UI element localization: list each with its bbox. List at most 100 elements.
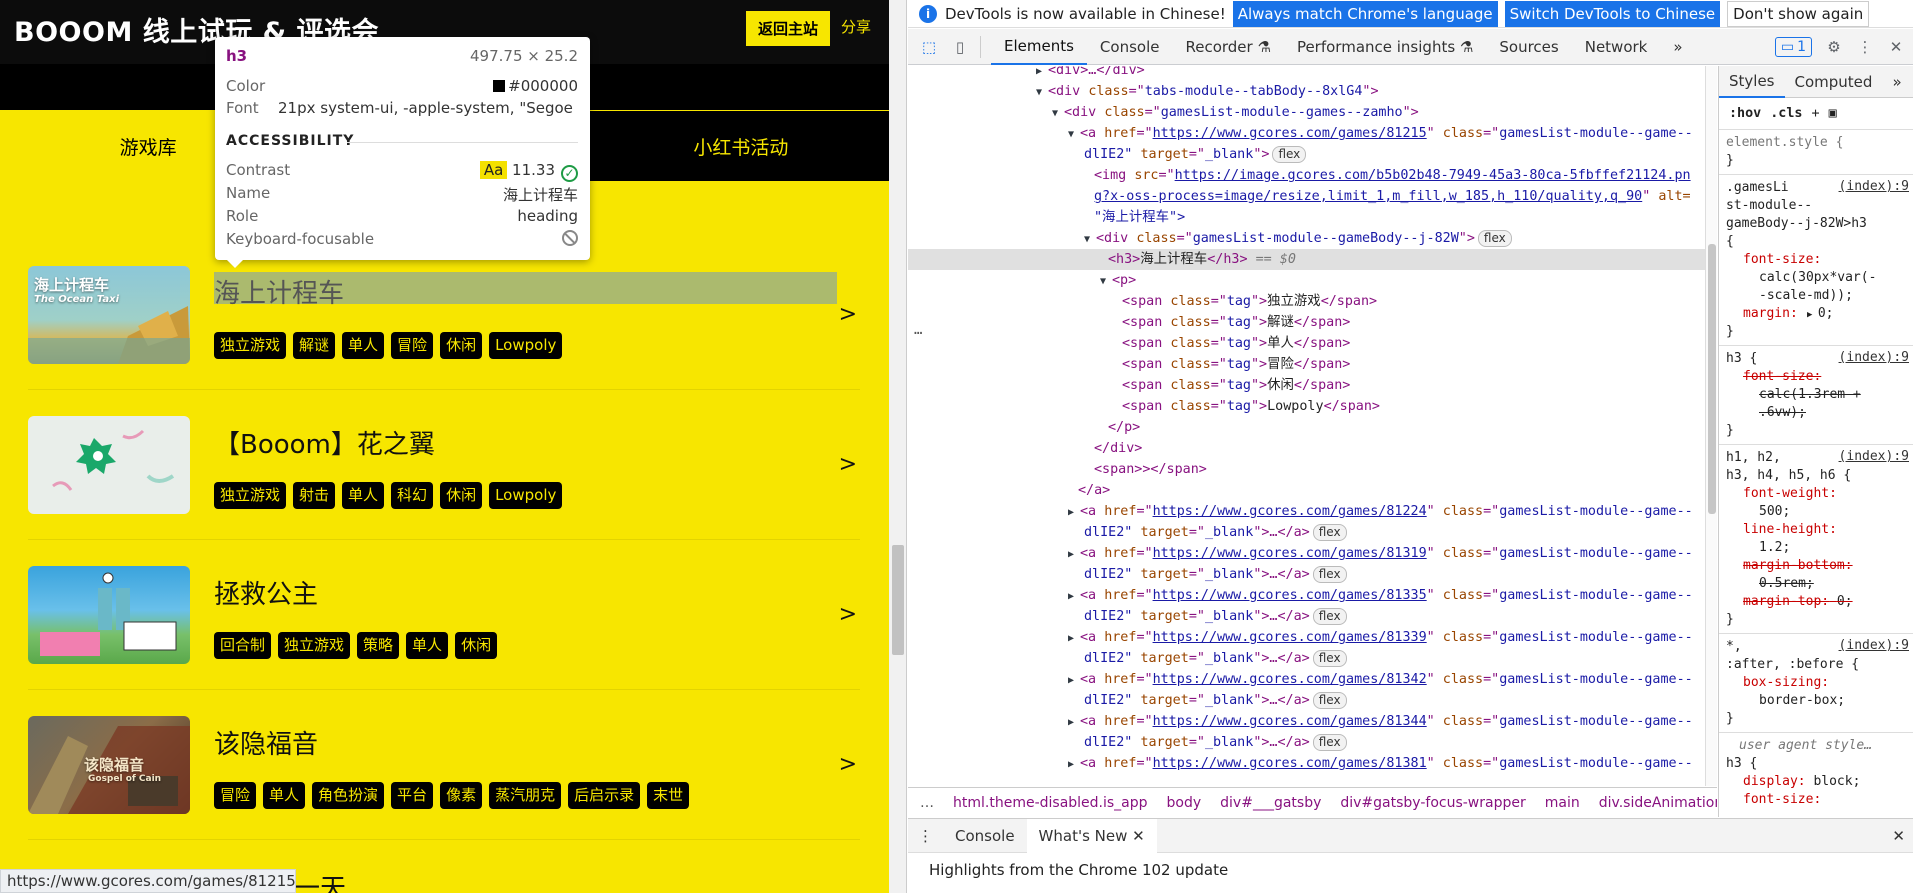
rule-selector[interactable]: h1, h2, [1726,449,1781,467]
dom-node-close[interactable]: </p> [908,417,1705,438]
dom-link[interactable]: https://www.gcores.com/games/81224 [1153,504,1427,519]
game-title-partial[interactable]: 一天 [294,868,346,893]
css-property[interactable]: line-height: [1743,521,1837,539]
rule-selector[interactable]: gameBody--j-82W>h3 [1726,215,1867,233]
rule-selector[interactable]: *, [1726,638,1742,656]
ellipsis-icon[interactable]: … [920,795,934,811]
game-tag[interactable]: 单人 [406,632,449,659]
game-cover[interactable]: 海上计程车 The Ocean Taxi [28,266,190,364]
tab-styles[interactable]: Styles [1719,66,1785,98]
more-tabs-icon[interactable]: » [1882,66,1911,98]
device-toggle-icon[interactable]: ▯ [950,37,970,57]
game-cover[interactable] [28,416,190,514]
game-cover[interactable]: 该隐福音 Gospel of Cain [28,716,190,814]
close-icon[interactable]: ✕ [1132,827,1145,845]
dom-link[interactable]: https://www.gcores.com/games/81342 [1153,672,1427,687]
collapse-arrow-icon[interactable]: ▼ [1084,229,1096,249]
drawer-tab-console[interactable]: Console [943,819,1027,853]
dom-node[interactable]: <span class="tag">解谜</span> [908,312,1705,333]
game-cover[interactable] [28,566,190,664]
messages-badge[interactable]: ▭ 1 [1774,36,1812,57]
dom-link[interactable]: https://www.gcores.com/games/81344 [1153,714,1427,729]
flex-badge[interactable]: flex [1312,566,1347,583]
dom-node[interactable]: ▼ <p> [908,270,1705,291]
dom-node[interactable]: ▶ <a href="https://www.gcores.com/games/8… [908,753,1705,774]
more-tabs-icon[interactable]: » [1660,29,1695,65]
css-property[interactable]: margin: [1743,305,1798,323]
match-language-button[interactable]: Always match Chrome's language [1232,0,1498,27]
game-item[interactable]: 拯救公主 回合制 独立游戏 策略 单人 休闲 > [28,540,860,690]
tab-xiaohongshu[interactable]: 小红书活动 [593,111,889,181]
css-value-overridden[interactable]: .6vw); [1759,404,1806,422]
game-tag[interactable]: 独立游戏 [278,632,351,659]
flex-badge[interactable]: flex [1312,608,1347,625]
dom-node[interactable]: ▶ <a href="https://www.gcores.com/games/8… [908,627,1705,648]
game-tag[interactable]: 独立游戏 [214,482,287,509]
dom-node[interactable]: <span class="tag">单人</span> [908,333,1705,354]
game-tag[interactable]: 单人 [263,782,306,809]
breadcrumb-item[interactable]: div#gatsby-focus-wrapper [1340,795,1525,811]
dom-link[interactable]: https://www.gcores.com/games/81215 [1153,126,1427,141]
game-tag[interactable]: 独立游戏 [214,332,287,359]
flex-badge[interactable]: flex [1312,524,1347,541]
game-tag[interactable]: 角色扮演 [312,782,385,809]
dom-node[interactable]: ▶ <a href="https://www.gcores.com/games/8… [908,543,1705,564]
elements-scrollbar[interactable] [1705,66,1717,786]
close-icon[interactable]: ✕ [1887,38,1905,56]
share-button[interactable]: 分享 [841,16,871,37]
tab-console[interactable]: Console [1087,29,1173,65]
flex-badge[interactable]: flex [1272,146,1307,163]
expand-arrow-icon[interactable]: ▶ [1068,754,1080,774]
expand-arrow-icon[interactable]: ▶ [1068,670,1080,690]
game-tag[interactable]: 末世 [647,782,690,809]
game-tag[interactable]: Lowpoly [489,482,563,509]
ellipsis-icon[interactable]: … [914,322,922,338]
game-tag[interactable]: 休闲 [440,332,483,359]
pane-scrollbar[interactable] [889,0,907,893]
game-tag[interactable]: 单人 [342,482,385,509]
switch-chinese-button[interactable]: Switch DevTools to Chinese [1504,0,1721,27]
chevron-right-icon[interactable]: > [839,302,857,327]
breadcrumb-item[interactable]: main [1545,795,1580,811]
scrollbar-thumb[interactable] [1708,244,1716,514]
paint-icon[interactable]: ▣ [1829,106,1837,121]
dom-node[interactable]: ▶ <a href="https://www.gcores.com/games/8… [908,585,1705,606]
expand-arrow-icon[interactable]: ▶ [1068,586,1080,606]
game-title[interactable]: 拯救公主 [214,574,318,611]
game-tag[interactable]: 平台 [391,782,434,809]
tab-elements[interactable]: Elements [991,29,1087,65]
expand-arrow-icon[interactable]: ▶ [1068,544,1080,564]
game-title[interactable]: 该隐福音 [214,724,318,761]
tab-computed[interactable]: Computed [1785,66,1883,98]
dom-node[interactable]: <span class="tag">独立游戏</span> [908,291,1705,312]
game-tag[interactable]: 像素 [440,782,483,809]
dom-link[interactable]: https://www.gcores.com/games/81319 [1153,546,1427,561]
game-tag[interactable]: 冒险 [214,782,257,809]
collapse-arrow-icon[interactable]: ▼ [1052,103,1064,123]
rule-selector[interactable]: :after, :before { [1726,656,1859,674]
flex-badge[interactable]: flex [1312,650,1347,667]
rule-selector[interactable]: h3, h4, h5, h6 { [1726,467,1851,485]
game-title[interactable]: 【Booom】花之翼 [214,424,435,461]
css-value[interactable]: 500; [1759,503,1790,521]
dom-node-close[interactable]: </div> [908,438,1705,459]
dom-link[interactable]: https://www.gcores.com/games/81335 [1153,588,1427,603]
css-property-overridden[interactable]: margin-top: 0; [1743,593,1853,611]
expand-arrow-icon[interactable]: ▶ [1807,310,1818,320]
breadcrumb-item[interactable]: body [1167,795,1202,811]
css-value[interactable]: 1.2; [1759,539,1790,557]
game-tag[interactable]: Lowpoly [489,332,563,359]
css-value[interactable]: -scale-md)); [1759,287,1853,305]
dom-link[interactable]: https://image.gcores.com/b5b02b48-7949-4… [1175,168,1691,183]
kebab-menu-icon[interactable]: ⋮ [908,819,943,853]
flex-badge[interactable]: flex [1312,734,1347,751]
inspect-cursor-icon[interactable]: ⬚ [919,37,939,57]
rule-selector[interactable]: st-module-- [1726,197,1812,215]
css-value[interactable]: border-box; [1759,692,1845,710]
game-tag[interactable]: 策略 [357,632,400,659]
tab-network[interactable]: Network [1572,29,1661,65]
source-link[interactable]: (index):9 [1839,449,1909,464]
close-icon[interactable]: ✕ [1892,827,1905,845]
breadcrumb-item[interactable]: div#___gatsby [1220,795,1321,811]
css-value[interactable]: calc(30px*var(- [1759,269,1876,287]
